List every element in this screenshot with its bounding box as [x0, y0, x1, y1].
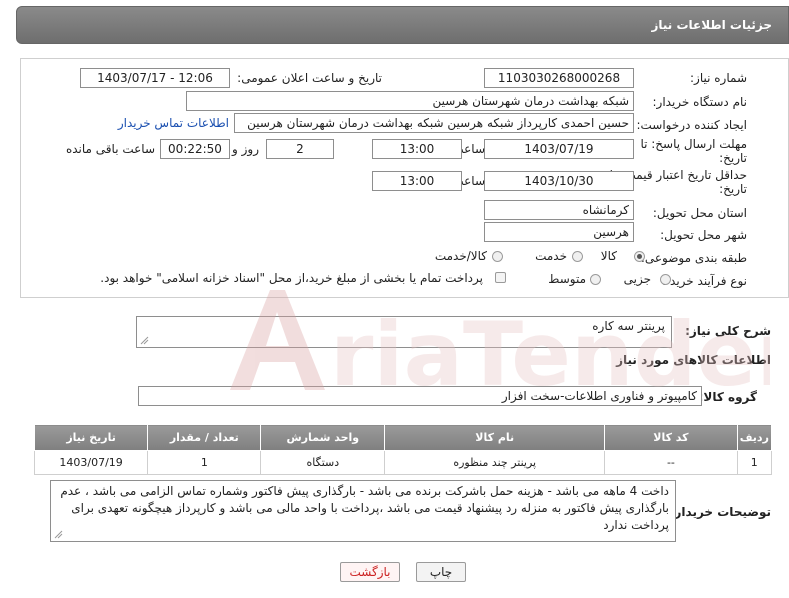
col-need-date: تاریخ نیاز: [33, 424, 149, 451]
description-label: شرح کلی نیاز:: [685, 324, 771, 338]
cell-row: 1: [736, 450, 773, 475]
buyer-notes-text: داخت 4 ماهه می باشد - هزینه حمل باشرکت ب…: [60, 484, 669, 532]
remaining-label: ساعت باقی مانده: [65, 142, 155, 156]
cell-code: --: [604, 450, 738, 475]
col-name: نام کالا: [384, 424, 606, 451]
reply-time-field: 13:00: [372, 139, 462, 159]
resize-grip-icon: [140, 336, 149, 345]
cell-unit: دستگاه: [260, 450, 386, 475]
creator-label: ایجاد کننده درخواست:: [636, 118, 747, 132]
process-option-medium: متوسط: [548, 272, 586, 286]
goods-group-label: گروه کالا:: [698, 390, 757, 404]
validity-date-field: 1403/10/30: [484, 171, 634, 191]
reply-deadline-label: مهلت ارسال پاسخ: تا: [640, 137, 747, 151]
treasury-payment-checkbox[interactable]: [495, 272, 506, 283]
back-button[interactable]: بازگشت: [340, 562, 400, 582]
category-option-both: کالا/خدمت: [434, 249, 487, 263]
category-radio-service[interactable]: [572, 251, 583, 262]
description-field: پرینتر سه کاره: [136, 316, 672, 348]
cell-need-date: 1403/07/19: [33, 450, 149, 475]
days-label: روز و: [232, 142, 259, 156]
buyer-org-label: نام دستگاه خریدار:: [652, 95, 748, 109]
process-label: نوع فرآیند خرید :: [662, 274, 747, 288]
resize-grip-icon: [54, 530, 63, 539]
reply-deadline-label-date: تاریخ:: [719, 151, 747, 165]
process-radio-medium[interactable]: [590, 274, 601, 285]
col-code: کد کالا: [604, 424, 738, 451]
reply-date-field: 1403/07/19: [484, 139, 634, 159]
buyer-notes-label: توضیحات خریدار:: [669, 505, 771, 519]
announce-datetime-field: 1403/07/17 - 12:06: [80, 68, 230, 88]
table-row: 1 -- پرینتر چند منظوره دستگاه 1 1403/07/…: [33, 450, 773, 475]
category-option-service: خدمت: [535, 249, 567, 263]
city-field: هرسین: [484, 222, 634, 242]
validity-time-field: 13:00: [372, 171, 462, 191]
buyer-contact-link[interactable]: اطلاعات تماس خریدار: [118, 116, 229, 130]
goods-group-field: کامپیوتر و فناوری اطلاعات-سخت افزار: [138, 386, 702, 406]
col-row: ردیف: [736, 424, 773, 451]
buyer-org-field: شبکه بهداشت درمان شهرستان هرسین: [186, 91, 634, 111]
process-option-minor: جزیی: [623, 272, 651, 286]
page-title: جزئیات اطلاعات نیاز: [651, 18, 772, 32]
creator-field: حسین احمدی کارپرداز شبکه هرسین شبکه بهدا…: [234, 113, 634, 133]
city-label: شهر محل تحویل:: [660, 228, 747, 242]
announce-label: تاریخ و ساعت اعلان عمومی:: [237, 71, 382, 85]
category-option-goods: کالا: [600, 249, 617, 263]
validity-label-date: تاریخ:: [719, 182, 747, 196]
category-radio-both[interactable]: [492, 251, 503, 262]
treasury-payment-note: پرداخت تمام یا بخشی از مبلغ خرید،از محل …: [100, 271, 483, 285]
page-header: جزئیات اطلاعات نیاز: [16, 6, 789, 44]
category-radio-goods[interactable]: [634, 251, 645, 262]
print-button[interactable]: چاپ: [416, 562, 466, 582]
days-field: 2: [266, 139, 334, 159]
col-quantity: تعداد / مقدار: [147, 424, 262, 451]
cell-quantity: 1: [147, 450, 262, 475]
goods-section-title: اطلاعات کالاهای مورد نیاز: [616, 353, 771, 367]
province-field: کرمانشاه: [484, 200, 634, 220]
items-table: ردیف کد کالا نام کالا واحد شمارش تعداد /…: [33, 424, 773, 475]
buyer-notes-field: داخت 4 ماهه می باشد - هزینه حمل باشرکت ب…: [50, 480, 676, 542]
col-unit: واحد شمارش: [260, 424, 386, 451]
need-number-label: شماره نیاز:: [690, 71, 747, 85]
province-label: استان محل تحویل:: [652, 206, 747, 220]
category-label: طبقه بندی موضوعی:: [640, 251, 747, 265]
need-number-field: 1103030268000268: [484, 68, 634, 88]
cell-name: پرینتر چند منظوره: [384, 450, 606, 475]
items-table-header: ردیف کد کالا نام کالا واحد شمارش تعداد /…: [33, 424, 773, 451]
remaining-time-field: 00:22:50: [160, 139, 230, 159]
process-radio-minor[interactable]: [660, 274, 671, 285]
description-text: پرینتر سه کاره: [592, 319, 665, 333]
